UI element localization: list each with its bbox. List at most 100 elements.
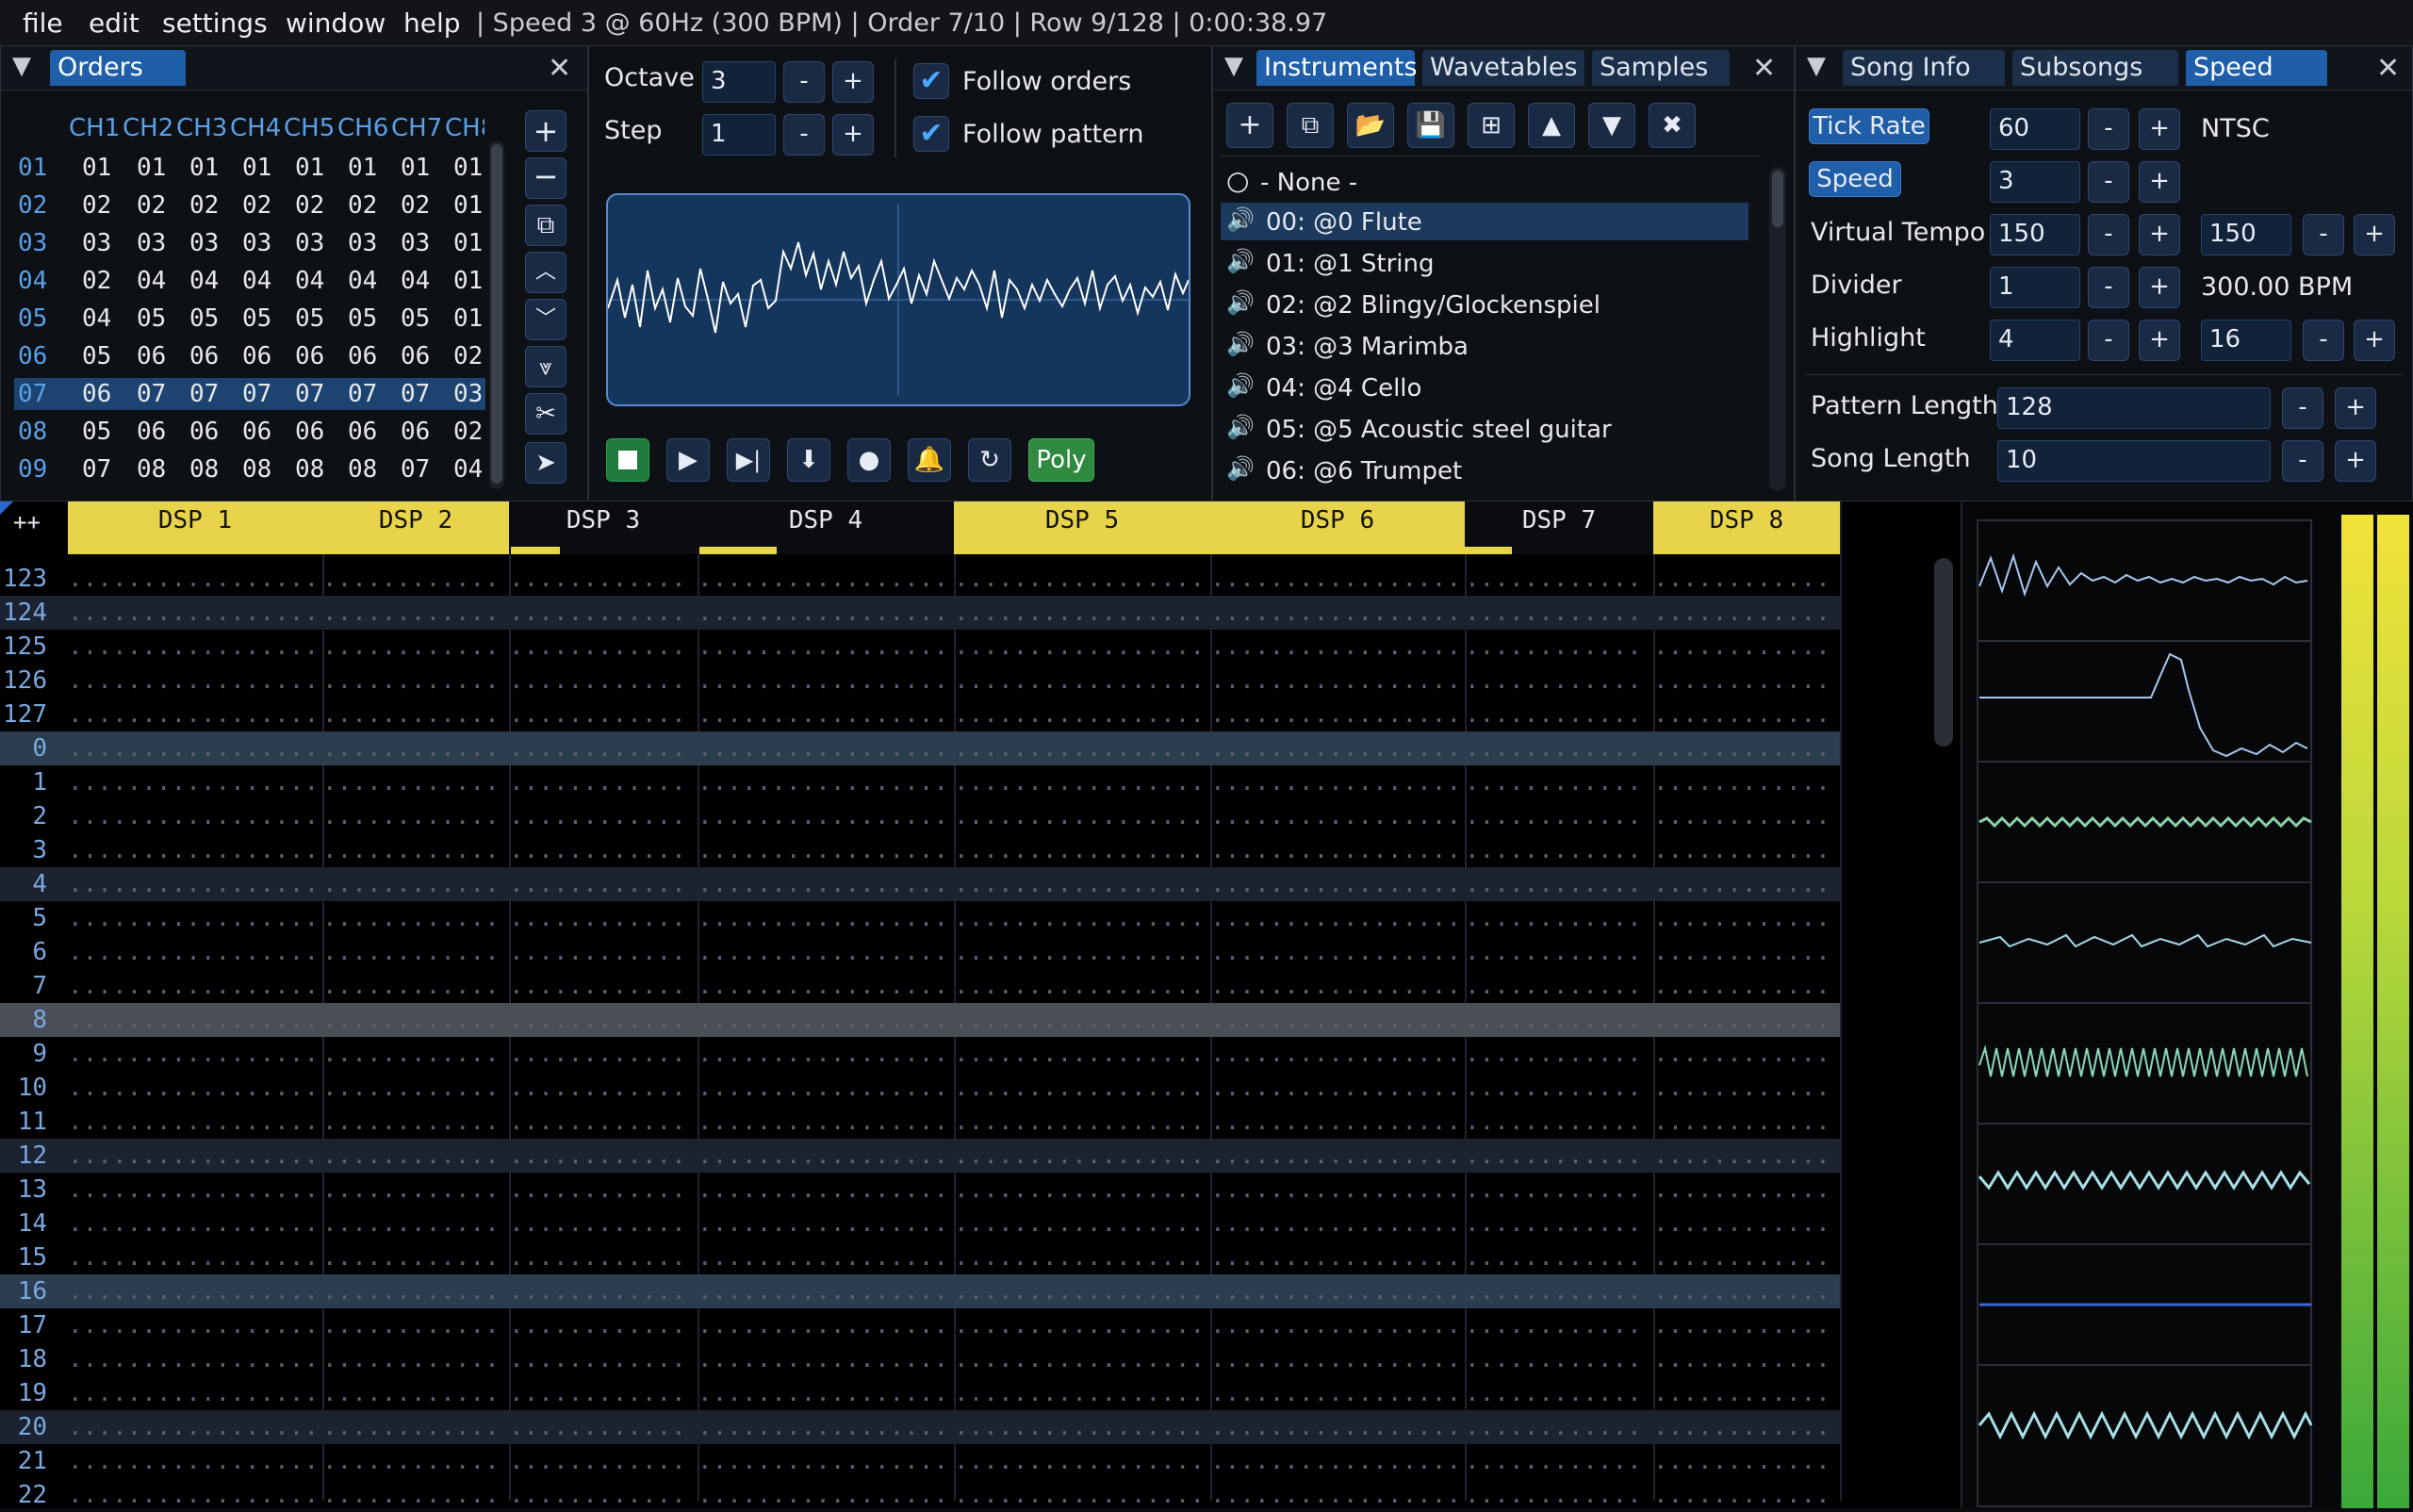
order-cell[interactable]: 02 <box>348 191 377 220</box>
order-cell[interactable]: 05 <box>137 304 166 333</box>
tick-rate-plus-button[interactable]: + <box>2139 108 2180 150</box>
order-cell[interactable]: 02 <box>453 342 483 370</box>
pattern-row[interactable]: 124.....................................… <box>0 596 1840 630</box>
order-cell[interactable]: 04 <box>295 267 324 295</box>
pattern-row[interactable]: 13......................................… <box>0 1173 1840 1207</box>
order-cell[interactable]: 04 <box>242 267 271 295</box>
order-cell[interactable]: 02 <box>137 191 166 220</box>
order-cell[interactable]: 05 <box>295 304 324 333</box>
list-item[interactable]: 🔊 06: @6 Trumpet <box>1221 452 1748 489</box>
order-cell[interactable]: 07 <box>295 380 324 408</box>
order-cell[interactable]: 06 <box>348 418 377 446</box>
tab-speed[interactable]: Speed <box>2186 50 2327 86</box>
pattern-length-plus-button[interactable]: + <box>2335 387 2376 429</box>
menu-file[interactable]: file <box>23 8 63 39</box>
vt-num-plus-button[interactable]: + <box>2139 214 2180 255</box>
list-item[interactable]: 🔊 01: @1 String <box>1221 244 1748 282</box>
order-cell[interactable]: 06 <box>348 342 377 370</box>
order-row[interactable]: 04 02 04 04 04 04 04 04 01 <box>14 265 485 297</box>
list-item[interactable]: ○ - None - <box>1221 165 1748 199</box>
pattern-row[interactable]: 22......................................… <box>0 1478 1840 1508</box>
order-cell[interactable]: 02 <box>82 191 111 220</box>
tick-rate-button[interactable]: Tick Rate <box>1809 108 1929 144</box>
octave-plus-button[interactable]: + <box>832 61 874 103</box>
list-item[interactable]: 🔊 00: @0 Flute <box>1221 203 1748 240</box>
order-row[interactable]: 06 05 06 06 06 06 06 06 02 <box>14 340 485 372</box>
order-cell[interactable]: 02 <box>242 191 271 220</box>
highlight-b-input[interactable]: 16 <box>2201 320 2291 361</box>
play-from-cursor-icon[interactable]: ⬇ <box>787 438 830 482</box>
vt-num-minus-button[interactable]: - <box>2088 214 2129 255</box>
order-row[interactable]: 02 02 02 02 02 02 02 02 01 <box>14 189 485 222</box>
add-order-button[interactable]: + <box>525 110 566 152</box>
hl-a-minus-button[interactable]: - <box>2088 320 2129 361</box>
order-cell[interactable]: 06 <box>137 342 166 370</box>
orders-list[interactable]: 01 01 01 01 01 01 01 01 01 02 02 02 02 02 02 02 02 01 03 03… <box>1 152 491 501</box>
order-cell[interactable]: 07 <box>137 380 166 408</box>
order-cell[interactable]: 07 <box>348 380 377 408</box>
order-cell[interactable]: 04 <box>189 267 219 295</box>
order-row[interactable]: 03 03 03 03 03 03 03 03 01 <box>14 227 485 259</box>
duplicate-order-icon[interactable]: ⧉ <box>525 205 566 246</box>
order-cell[interactable]: 01 <box>453 229 483 257</box>
collapse-icon[interactable]: ▼ <box>1224 52 1243 80</box>
order-cell[interactable]: 04 <box>401 267 430 295</box>
order-cell[interactable]: 03 <box>137 229 166 257</box>
pattern-row[interactable]: 4.......................................… <box>0 867 1840 901</box>
octave-input[interactable]: 3 <box>702 61 776 103</box>
order-cell[interactable]: 07 <box>242 380 271 408</box>
pattern-row[interactable]: 15......................................… <box>0 1241 1840 1274</box>
pattern-row[interactable]: 6.......................................… <box>0 935 1840 969</box>
virtual-tempo-denominator-input[interactable]: 150 <box>2201 214 2291 255</box>
collapse-icon[interactable]: ▼ <box>1807 52 1826 80</box>
order-cell[interactable]: 02 <box>295 191 324 220</box>
list-item[interactable]: 🔊 03: @3 Marimba <box>1221 327 1748 365</box>
order-cell[interactable]: 01 <box>348 154 377 182</box>
duplicate-icon[interactable]: ⧉ <box>1287 103 1334 148</box>
pattern-row[interactable]: 12......................................… <box>0 1139 1840 1173</box>
save-icon[interactable]: 💾 <box>1407 103 1454 148</box>
order-cell[interactable]: 05 <box>401 304 430 333</box>
order-row[interactable]: 08 05 06 06 06 06 06 06 02 <box>14 416 485 448</box>
move-down-icon[interactable]: ﹀ <box>525 299 566 340</box>
tick-rate-minus-button[interactable]: - <box>2088 108 2129 150</box>
play-icon[interactable]: ▶ <box>666 438 710 482</box>
list-item[interactable]: 🔊 04: @4 Cello <box>1221 369 1748 406</box>
step-input[interactable]: 1 <box>702 114 776 156</box>
pattern-row[interactable]: 11......................................… <box>0 1105 1840 1139</box>
pattern-row[interactable]: 2.......................................… <box>0 799 1840 833</box>
divider-input[interactable]: 1 <box>1990 267 2080 308</box>
close-icon[interactable]: ✕ <box>1752 52 1776 85</box>
step-one-row-icon[interactable]: ▶| <box>727 438 770 482</box>
octave-minus-button[interactable]: - <box>783 61 825 103</box>
order-cell[interactable]: 08 <box>189 455 219 484</box>
pattern-row[interactable]: 9.......................................… <box>0 1037 1840 1071</box>
instrument-scrollbar[interactable] <box>1769 167 1786 491</box>
order-cell[interactable]: 06 <box>189 342 219 370</box>
vt-den-minus-button[interactable]: - <box>2303 214 2344 255</box>
order-row[interactable]: 01 01 01 01 01 01 01 01 01 <box>14 152 485 184</box>
order-cell[interactable]: 03 <box>82 229 111 257</box>
link-icon[interactable]: ✂ <box>525 393 566 435</box>
order-cell[interactable]: 05 <box>189 304 219 333</box>
list-item[interactable]: 🔊 05: @5 Acoustic steel guitar <box>1221 410 1748 448</box>
pattern-row[interactable]: 1.......................................… <box>0 765 1840 799</box>
speed-minus-button[interactable]: - <box>2088 161 2129 203</box>
order-cell[interactable]: 07 <box>189 380 219 408</box>
close-icon[interactable]: ✕ <box>2376 52 2400 85</box>
menu-settings[interactable]: settings <box>162 8 268 39</box>
order-cell[interactable]: 01 <box>453 304 483 333</box>
highlight-a-input[interactable]: 4 <box>1990 320 2080 361</box>
record-icon[interactable]: ● <box>847 438 891 482</box>
instrument-list[interactable]: ○ - None - 🔊 00: @0 Flute 🔊 01: @1 String 🔊 0… <box>1221 165 1760 501</box>
pattern-row[interactable]: 8.......................................… <box>0 1003 1840 1037</box>
tab-instruments[interactable]: Instruments <box>1256 50 1418 86</box>
order-cell[interactable]: 01 <box>453 267 483 295</box>
orders-scrollbar[interactable] <box>489 140 504 489</box>
order-cell[interactable]: 04 <box>348 267 377 295</box>
step-minus-button[interactable]: - <box>783 114 825 156</box>
order-cell[interactable]: 06 <box>242 418 271 446</box>
order-cell[interactable]: 08 <box>242 455 271 484</box>
move-up-icon[interactable]: ▲ <box>1528 103 1575 148</box>
order-cell[interactable]: 03 <box>189 229 219 257</box>
